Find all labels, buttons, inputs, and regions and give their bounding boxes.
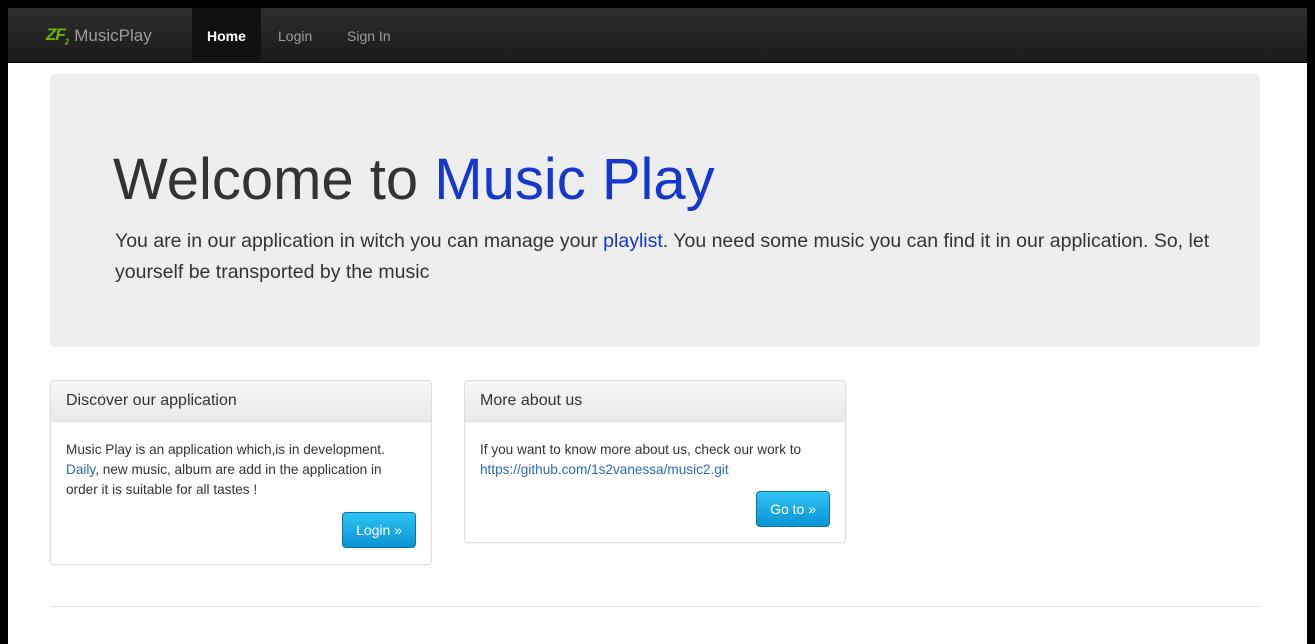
about-panel: More about us If you want to know more a… xyxy=(464,380,846,543)
discover-panel: Discover our application Music Play is a… xyxy=(50,380,432,565)
nav-login[interactable]: Login xyxy=(263,8,327,63)
nav-sign-in[interactable]: Sign In xyxy=(332,8,406,63)
panel-body: Music Play is an application which,is in… xyxy=(51,422,431,518)
panel-text: Music Play is an application which,is in… xyxy=(66,442,385,497)
page-title: Welcome to Music Play xyxy=(113,147,715,212)
brand-name: MusicPlay xyxy=(74,25,152,45)
panel-heading: Discover our application xyxy=(51,381,431,422)
panel-body: If you want to know more about us, check… xyxy=(465,422,845,498)
github-link[interactable]: https://github.com/1s2vanessa/music2.git xyxy=(480,462,729,477)
go-to-button[interactable]: Go to » xyxy=(756,491,830,527)
playlist-link[interactable]: playlist xyxy=(603,230,663,252)
top-navbar: ZF2 MusicPlay Home Login Sign In xyxy=(8,8,1307,63)
login-button[interactable]: Login » xyxy=(342,512,416,548)
brand-link[interactable]: ZF2 MusicPlay xyxy=(46,8,152,63)
browser-page: ZF2 MusicPlay Home Login Sign In Welcome… xyxy=(8,8,1307,644)
zf-logo-icon: ZF2 xyxy=(46,24,69,47)
daily-link[interactable]: Daily xyxy=(66,462,95,477)
panel-text: If you want to know more about us, check… xyxy=(480,442,802,477)
title-accent: Music Play xyxy=(434,147,715,212)
footer-divider xyxy=(50,606,1260,607)
panel-heading: More about us xyxy=(465,381,845,422)
nav-home[interactable]: Home xyxy=(192,8,261,63)
hero-text: You are in our application in witch you … xyxy=(115,230,1210,283)
hero-jumbotron: Welcome to Music Play You are in our app… xyxy=(50,74,1260,347)
